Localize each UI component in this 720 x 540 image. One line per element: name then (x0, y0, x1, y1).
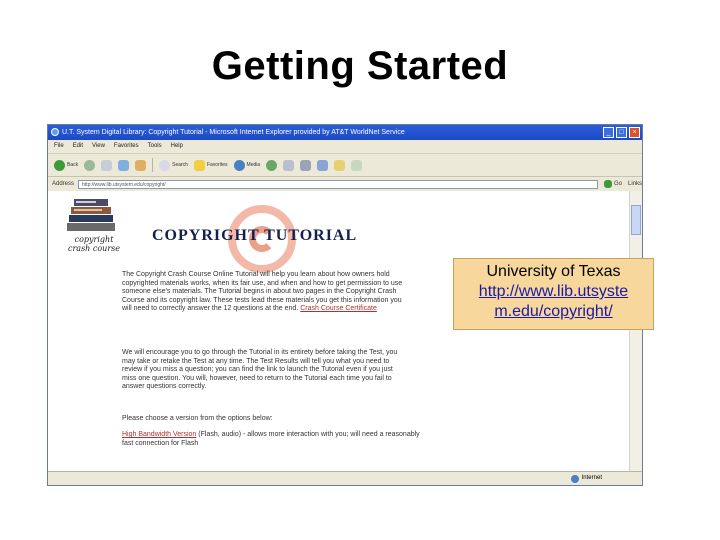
browser-titlebar: U.T. System Digital Library: Copyright T… (48, 125, 642, 140)
status-zone: Internet (570, 472, 602, 485)
forward-button[interactable] (84, 159, 96, 171)
tutorial-title: COPYRIGHT TUTORIAL (152, 227, 358, 244)
folder-icon[interactable] (334, 159, 346, 171)
window-title: U.T. System Digital Library: Copyright T… (62, 129, 405, 136)
slide-title: Getting Started (211, 44, 509, 88)
search-button[interactable]: Search (159, 159, 188, 171)
forward-arrow-icon (84, 159, 96, 171)
logo-caption-line2: crash course (68, 244, 120, 253)
internet-globe-icon (570, 474, 579, 483)
search-label: Search (172, 162, 188, 168)
menu-file[interactable]: File (54, 140, 64, 153)
maximize-button[interactable]: □ (616, 127, 627, 138)
certificate-link[interactable]: Crash Course Certificate (300, 305, 377, 312)
go-label: Go (613, 181, 622, 187)
menu-help[interactable]: Help (171, 140, 183, 153)
go-arrow-icon (603, 180, 612, 188)
star-icon (193, 159, 205, 171)
print-icon[interactable] (300, 159, 312, 171)
address-label: Address (52, 181, 75, 187)
menu-view[interactable]: View (92, 140, 105, 153)
close-button[interactable]: × (629, 127, 640, 138)
status-zone-label: Internet (581, 475, 602, 481)
high-bandwidth-link[interactable]: High Bandwidth Version (122, 431, 196, 438)
address-input[interactable]: http://www.lib.utsystem.edu/copyright/ (78, 179, 598, 189)
logo-caption: copyright crash course (64, 235, 124, 253)
back-arrow-icon (54, 159, 65, 171)
menu-tools[interactable]: Tools (148, 140, 162, 153)
instructions-paragraph: We will encourage you to go through the … (122, 349, 398, 391)
history-icon[interactable] (266, 159, 278, 171)
messenger-icon[interactable] (351, 159, 363, 171)
toolbar-separator (152, 158, 154, 172)
edit-icon[interactable] (317, 159, 329, 171)
ie-logo-icon (51, 128, 59, 136)
page-content: copyright crash course COPYRIGHT TUTORIA… (48, 191, 630, 472)
home-icon[interactable] (135, 159, 147, 171)
menu-edit[interactable]: Edit (73, 140, 83, 153)
address-bar: Address http://www.lib.utsystem.edu/copy… (48, 177, 642, 192)
mail-icon[interactable] (283, 159, 295, 171)
stop-icon[interactable] (101, 159, 113, 171)
back-button[interactable]: Back (54, 159, 79, 171)
vertical-scrollbar[interactable] (629, 191, 642, 472)
refresh-icon[interactable] (118, 159, 130, 171)
back-label: Back (67, 162, 79, 168)
intro-paragraph: The Copyright Crash Course Online Tutori… (122, 271, 408, 314)
go-button[interactable]: Go (603, 180, 622, 188)
choose-version-text: Please choose a version from the options… (122, 415, 273, 422)
books-logo-icon (67, 199, 115, 231)
search-icon (159, 159, 171, 171)
menu-favorites[interactable]: Favorites (114, 140, 139, 153)
media-label: Media (246, 162, 261, 168)
scrollbar-thumb[interactable] (631, 205, 641, 235)
browser-toolbar: Back Search Favorites Media (48, 154, 642, 177)
favorites-button[interactable]: Favorites (193, 159, 228, 171)
links-label[interactable]: Links (628, 181, 642, 187)
version-option: High Bandwidth Version (Flash, audio) - … (122, 431, 422, 448)
media-icon (233, 159, 245, 171)
callout-university: University of Texas (486, 263, 621, 280)
logo-caption-line1: copyright (74, 235, 114, 244)
status-bar: Internet (48, 471, 642, 485)
callout-url-line2[interactable]: m.edu/copyright/ (454, 302, 653, 322)
favorites-label: Favorites (206, 162, 228, 168)
info-callout: University of Texas http://www.lib.utsys… (453, 258, 654, 330)
media-button[interactable]: Media (233, 159, 261, 171)
callout-url-line1[interactable]: http://www.lib.utsyste (454, 282, 653, 302)
menu-bar: File Edit View Favorites Tools Help (48, 140, 642, 154)
minimize-button[interactable]: _ (603, 127, 614, 138)
